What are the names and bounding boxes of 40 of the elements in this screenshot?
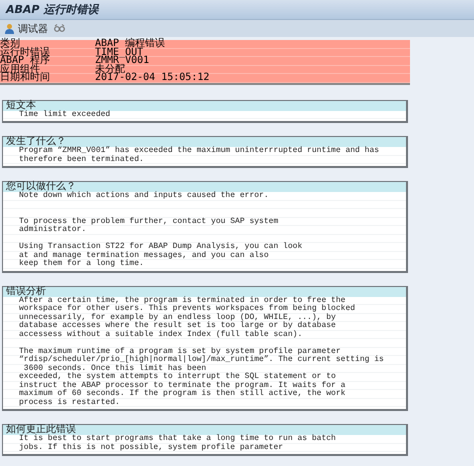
field-value: ZMMR_V001 (95, 57, 150, 66)
text-line: To process the problem further, contact you SAP system (3, 218, 406, 226)
field-label: 类别 (0, 40, 20, 49)
text-line: The maximum runtime of a program is set by system profile parameter (3, 348, 406, 356)
field-value: 2017-02-04 15:05:12 (95, 74, 210, 83)
text-line: maximum of 60 seconds. If the program is then still active, the work (3, 390, 406, 399)
section-title: 错误分析 (3, 286, 406, 297)
text-line: After a certain time, the program is terminated in order to free the (3, 296, 406, 306)
text-line: “rdisp/scheduler/prio_[high|normal|low]/max_runtime”. The current setting is (3, 356, 406, 365)
section-title: 发生了什么？ (3, 137, 406, 148)
text-line: jobs. If this is not possible, system profile parameter (3, 444, 406, 452)
section-title: 短文本 (3, 100, 406, 111)
text-line: unnecessarily, for example by an endless loop (DO, WHILE, ...), by (3, 314, 406, 322)
text-line: 3600 seconds. Once this limit has been (3, 364, 406, 374)
field-value: TIME_OUT (95, 48, 144, 58)
text-line: It is best to start programs that take a long time to run as batch (3, 435, 406, 444)
text-line: workspace for other users. This prevents workspaces from being blocked (3, 305, 406, 314)
section-title: 如何更正此错误 (3, 425, 406, 436)
field-label: 应用组件 (0, 66, 40, 74)
person-icon (4, 23, 15, 34)
field-label: 日期和时间 (0, 74, 51, 83)
text-line: database accesses where the result set is too large or by database (3, 322, 406, 331)
text-line: administrator. (3, 226, 406, 235)
text-line: keep them for a long time. (3, 260, 406, 269)
glasses-icon[interactable] (54, 23, 65, 34)
text-line: Note down which actions and inputs caused the error. (3, 192, 406, 201)
text-line: at and manage termination messages, and you can also (3, 252, 406, 260)
field-value: ABAP 编程错误 (95, 40, 166, 49)
window-title: ABAP 运行时错误 (6, 2, 98, 17)
text-line: therefore been terminated. (3, 156, 406, 164)
text-line: Time limit exceeded (3, 110, 406, 120)
text-line: Using Transaction ST22 for ABAP Dump Analysis, you can look (3, 243, 406, 252)
debugger-button[interactable]: 调试器 (4, 22, 48, 36)
text-line: process is restarted. (3, 398, 406, 408)
section-title: 您可以做什么？ (3, 182, 406, 192)
text-line: instruct the ABAP processor to terminate the program. It waits for a (3, 382, 406, 390)
text-line: Program “ZMMR_V001” has exceeded the maximum uninterrrupted runtime and has (3, 147, 406, 156)
text-line: accessess without a suitable index Index (full table scan). (3, 330, 406, 340)
text-line: exceeded, the system attempts to interrupt the SQL statement or to (3, 373, 406, 382)
field-label: 运行时错误 (0, 48, 51, 58)
